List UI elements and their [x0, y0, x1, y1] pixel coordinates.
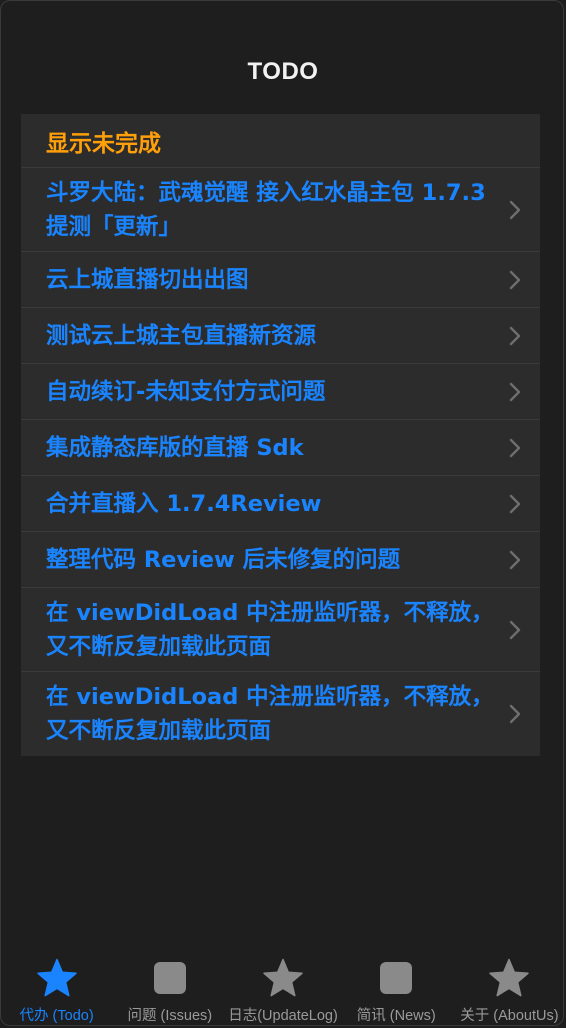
- list-item[interactable]: 集成静态库版的直播 Sdk: [21, 420, 540, 476]
- page-title: TODO: [247, 58, 319, 85]
- list-item-label: 自动续订-未知支付方式问题: [46, 378, 326, 405]
- tab-news[interactable]: 简讯 (News): [340, 950, 453, 1028]
- tab-label: 关于 (AboutUs): [460, 1008, 559, 1024]
- list-item[interactable]: 云上城直播切出出图: [21, 252, 540, 308]
- square-icon: [374, 956, 418, 1000]
- chevron-right-icon: [508, 325, 522, 347]
- list-item-label: 在 viewDidLoad 中注册监听器，不释放，又不断反复加载此页面: [46, 599, 494, 660]
- list-item[interactable]: 测试云上城主包直播新资源: [21, 308, 540, 364]
- filter-header-label: 显示未完成: [46, 130, 161, 157]
- list-item[interactable]: 合并直播入 1.7.4Review: [21, 476, 540, 532]
- list-item[interactable]: 整理代码 Review 后未修复的问题: [21, 532, 540, 588]
- chevron-right-icon: [508, 619, 522, 641]
- list-item[interactable]: 在 viewDidLoad 中注册监听器，不释放，又不断反复加载此页面: [21, 588, 540, 672]
- chevron-right-icon: [508, 199, 522, 221]
- chevron-right-icon: [508, 703, 522, 725]
- chevron-right-icon: [508, 549, 522, 571]
- todo-list: 显示未完成 斗罗大陆：武魂觉醒 接入红水晶主包 1.7.3 提测「更新」 云上城…: [21, 114, 540, 756]
- list-item-label: 云上城直播切出出图: [46, 266, 249, 293]
- list-item-label: 测试云上城主包直播新资源: [46, 322, 317, 349]
- list-item-label: 整理代码 Review 后未修复的问题: [46, 546, 401, 573]
- list-item[interactable]: 自动续订-未知支付方式问题: [21, 364, 540, 420]
- chevron-right-icon: [508, 381, 522, 403]
- tab-issues[interactable]: 问题 (Issues): [113, 950, 226, 1028]
- list-item-label: 在 viewDidLoad 中注册监听器，不释放，又不断反复加载此页面: [46, 684, 494, 744]
- tab-updatelog[interactable]: 日志(UpdateLog): [226, 950, 339, 1028]
- tab-label: 日志(UpdateLog): [228, 1008, 338, 1024]
- tab-todo[interactable]: 代办 (Todo): [0, 950, 113, 1028]
- tab-aboutus[interactable]: 关于 (AboutUs): [453, 950, 566, 1028]
- list-item-label: 集成静态库版的直播 Sdk: [46, 434, 304, 461]
- chevron-right-icon: [508, 493, 522, 515]
- list-item[interactable]: 在 viewDidLoad 中注册监听器，不释放，又不断反复加载此页面: [21, 672, 540, 756]
- tab-bar: 代办 (Todo) 问题 (Issues) 日志(UpdateLog) 简讯 (…: [0, 950, 566, 1028]
- chevron-right-icon: [508, 437, 522, 459]
- list-item-label: 合并直播入 1.7.4Review: [46, 490, 322, 517]
- tab-label: 问题 (Issues): [127, 1008, 213, 1024]
- tab-label: 简讯 (News): [356, 1008, 436, 1024]
- filter-header[interactable]: 显示未完成: [21, 114, 540, 168]
- chevron-right-icon: [508, 269, 522, 291]
- list-item-label: 斗罗大陆：武魂觉醒 接入红水晶主包 1.7.3 提测「更新」: [46, 179, 486, 240]
- tab-label: 代办 (Todo): [19, 1008, 94, 1024]
- square-icon: [148, 956, 192, 1000]
- star-icon: [261, 956, 305, 1000]
- list-item[interactable]: 斗罗大陆：武魂觉醒 接入红水晶主包 1.7.3 提测「更新」: [21, 168, 540, 252]
- star-icon: [487, 956, 531, 1000]
- star-icon: [35, 956, 79, 1000]
